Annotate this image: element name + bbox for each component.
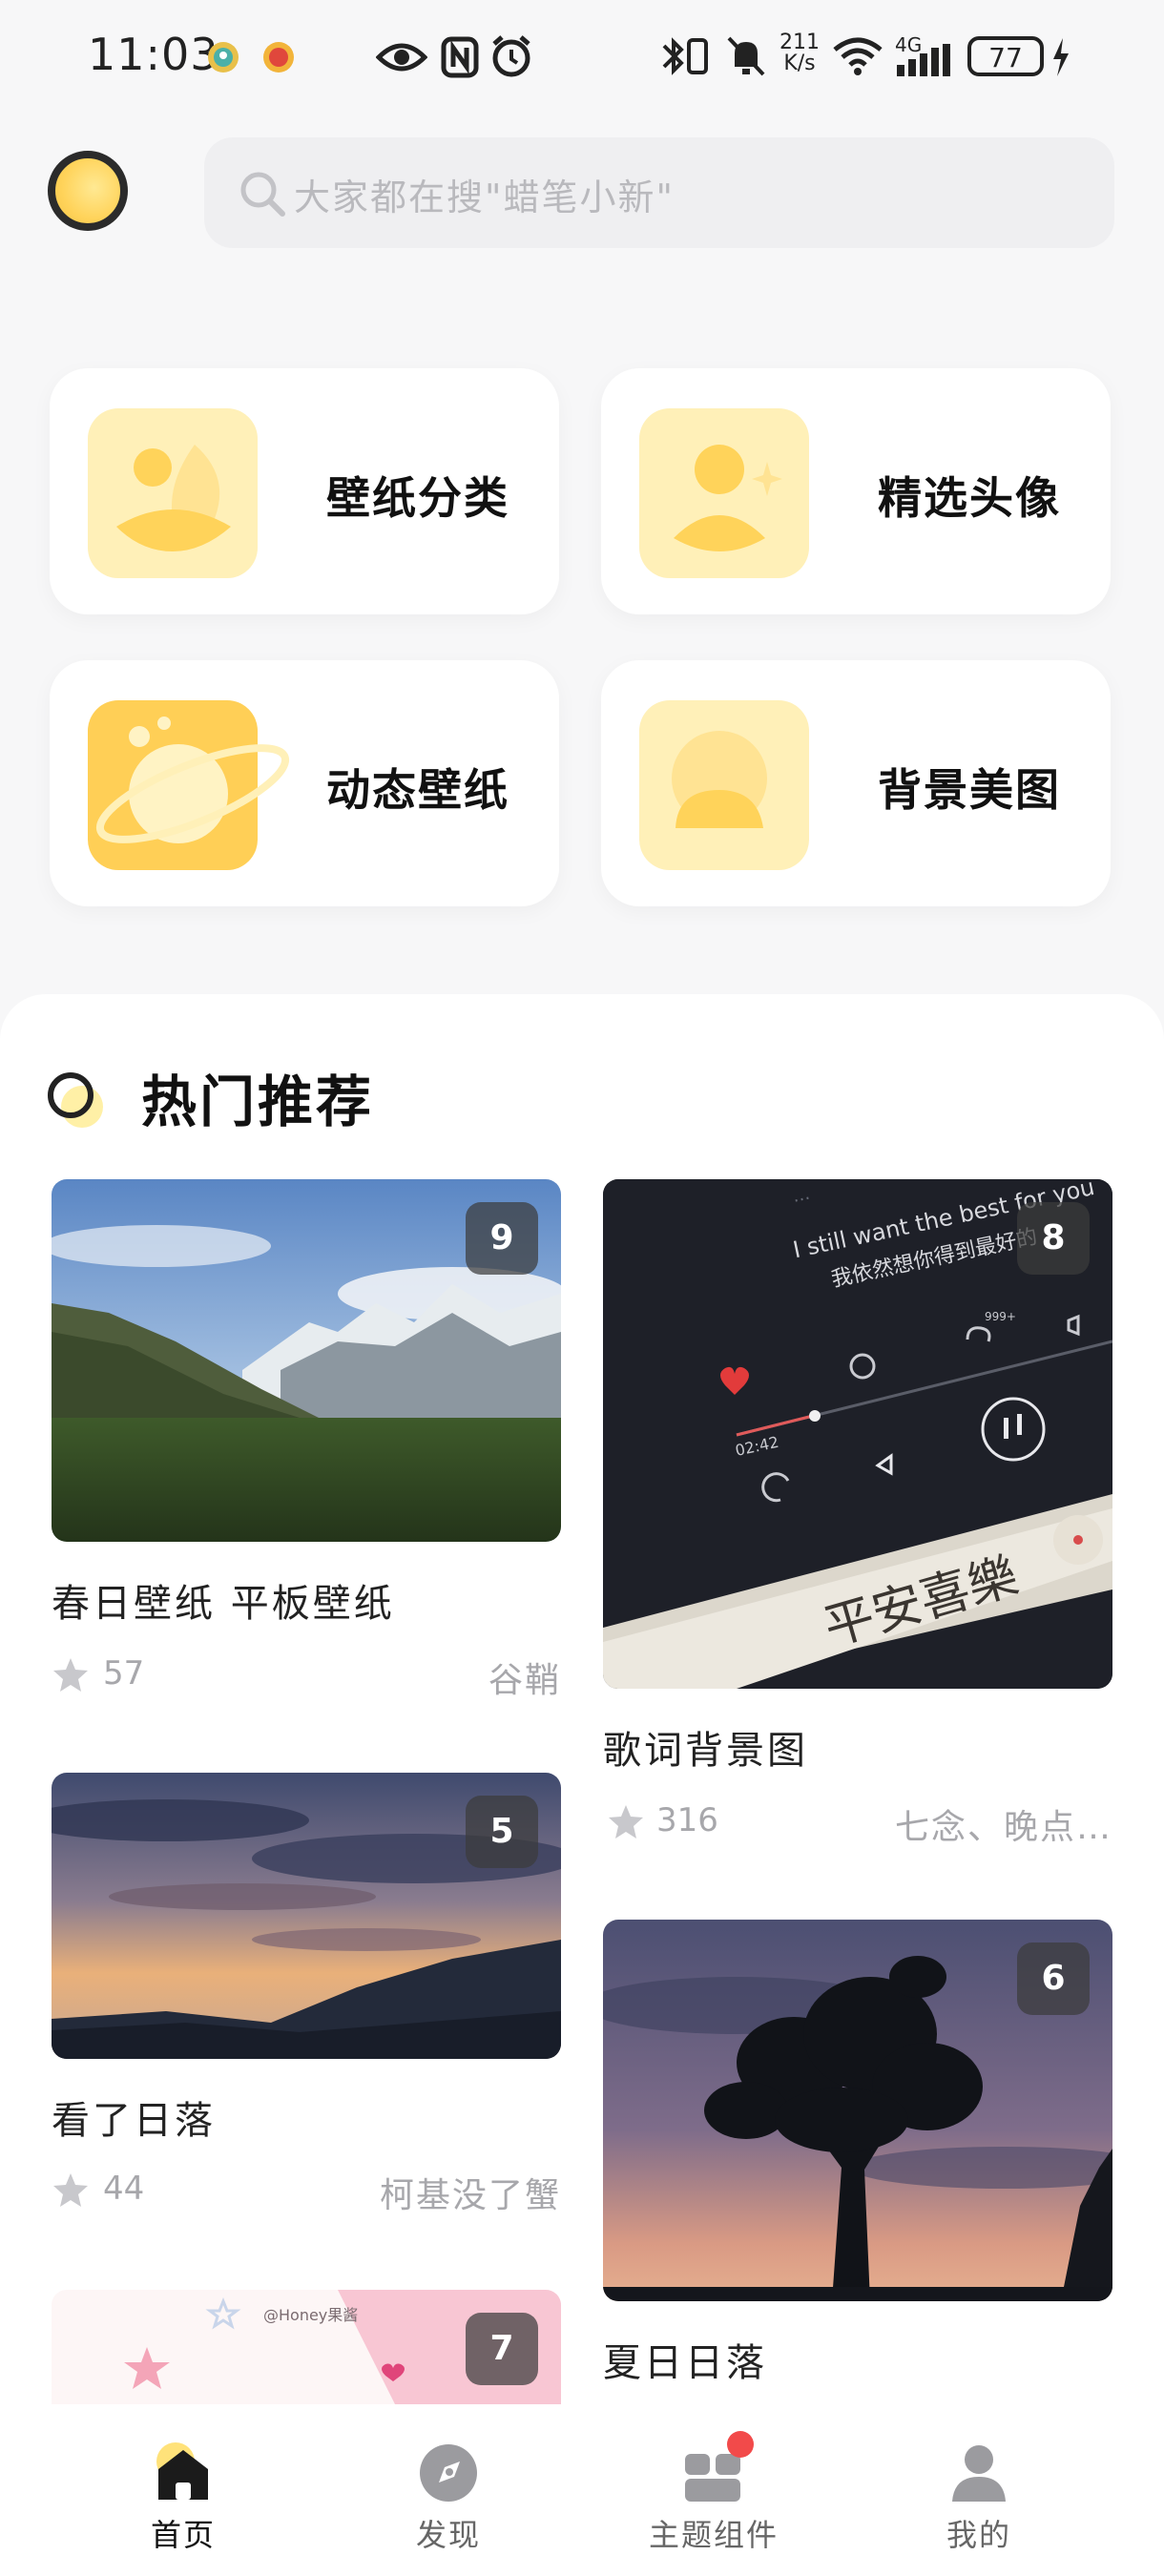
category-label: 动态壁纸 [326,764,509,816]
home-icon [156,2442,208,2500]
section-title: 热门推荐 [141,1070,375,1134]
nav-item-discover[interactable]: 发现 [353,2404,544,2576]
category-background-images[interactable]: 背景美图 [601,660,1111,906]
image-count-badge: 5 [466,1796,538,1868]
landscape-icon [88,408,258,578]
net-speed: 211 K/s [771,32,828,74]
author-name[interactable]: 谷鞘 [370,1652,561,1702]
comment-count: 999+ [985,1310,1016,1323]
status-time: 11:03 [88,29,219,80]
net-speed-value: 211 [779,31,820,54]
card-title[interactable]: 春日壁纸 平板壁纸 [52,1572,395,1628]
image-count-badge: 8 [1017,1202,1090,1275]
category-label: 精选头像 [878,472,1061,524]
nav-item-theme-widgets[interactable]: 主题组件 [618,2404,809,2576]
likes-count: 316 [656,1801,718,1839]
battery-level: 77 [988,42,1023,73]
alarm-icon [492,35,530,77]
widgets-icon [685,2431,754,2502]
nav-item-home[interactable]: 首页 [88,2404,279,2576]
likes-count: 57 [103,1654,145,1693]
search-icon [240,172,285,217]
category-label: 背景美图 [878,764,1061,816]
nav-item-mine[interactable]: 我的 [883,2404,1074,2576]
star-icon [53,1658,88,1692]
star-icon [53,2173,88,2207]
app-notification-icon [263,42,294,73]
author-name[interactable]: 七念、晚点… [826,1799,1112,1849]
card-title[interactable]: 看了日落 [52,2089,216,2145]
section-ring-icon [48,1072,103,1128]
person-icon [639,408,809,578]
author-name[interactable]: 柯基没了蟹 [332,2168,561,2217]
card-title[interactable]: 夏日日落 [603,2332,767,2387]
likes-count: 44 [103,2170,145,2208]
nfc-icon [441,36,479,78]
eye-icon [376,43,427,72]
net-speed-unit: K/s [783,52,816,75]
app-notification-icon [208,42,239,73]
search-placeholder: 大家都在搜"蜡笔小新" [294,177,675,218]
wallpaper-card-image[interactable]: … I still want the best for you 我依然想你得到最… [603,1179,1112,1689]
nav-label: 我的 [946,2517,1011,2553]
notification-dot [727,2431,754,2458]
bottom-navigation-bar: 首页 发现 主题组件 我的 [0,2404,1164,2576]
wallpaper-card-image[interactable]: 6 [603,1920,1112,2301]
wallpaper-card-image[interactable]: @Honey果酱 7 [52,2290,561,2404]
category-featured-avatars[interactable]: 精选头像 [601,368,1111,614]
wallpaper-card-image[interactable]: 5 [52,1773,561,2059]
battery-indicator: 77 [967,36,1044,76]
person-icon [952,2445,1006,2502]
wallpaper-card-image[interactable]: 9 [52,1179,561,1542]
category-wallpaper-categories[interactable]: 壁纸分类 [50,368,559,614]
compass-icon [420,2444,477,2502]
charging-icon [1053,38,1069,76]
category-live-wallpapers[interactable]: 动态壁纸 [50,660,559,906]
planet-icon [88,700,290,870]
image-count-badge: 7 [466,2313,538,2385]
signal-icon [897,44,950,76]
image-count-badge: 6 [1017,1942,1090,2015]
image-count-badge: 9 [466,1202,538,1275]
star-icon [609,1805,643,1839]
profile-avatar-button[interactable] [48,151,128,231]
bluetooth-vibrate-icon [662,37,708,75]
mute-icon [727,36,765,76]
nav-label: 首页 [150,2517,216,2553]
nav-label: 发现 [415,2517,481,2553]
search-bar[interactable]: 大家都在搜"蜡笔小新" [204,137,1114,248]
image-watermark: @Honey果酱 [263,2306,358,2324]
wifi-icon [833,37,883,75]
bubble-icon [639,700,809,870]
status-bar: 11:03 211 K/s 4G 77 [0,0,1164,114]
nav-label: 主题组件 [648,2517,779,2553]
card-title[interactable]: 歌词背景图 [603,1719,808,1775]
category-label: 壁纸分类 [326,472,509,524]
